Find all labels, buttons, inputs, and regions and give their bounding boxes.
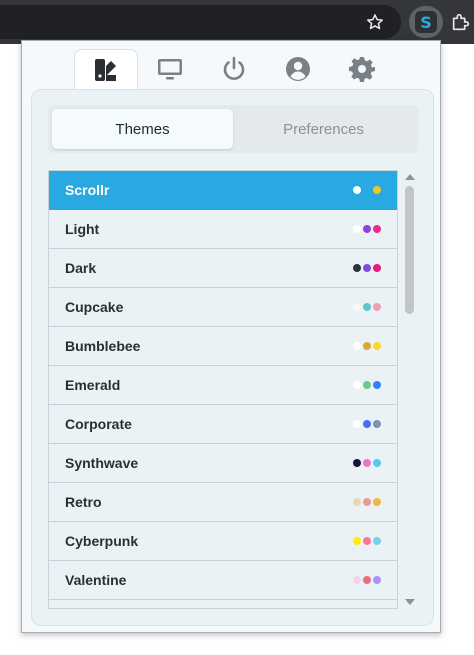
color-swatch-dot — [373, 537, 381, 545]
monitor-icon — [158, 59, 182, 80]
color-swatch-dot — [363, 576, 371, 584]
theme-option[interactable]: Light — [49, 210, 397, 249]
theme-option[interactable]: Dark — [49, 249, 397, 288]
theme-option[interactable]: Bumblebee — [49, 327, 397, 366]
theme-color-swatches — [353, 264, 381, 272]
theme-list: Scrollr Light Dark Cupcake Bumblebee Emerald C… — [48, 170, 398, 609]
color-swatch-dot — [373, 459, 381, 467]
settings-tab[interactable] — [330, 49, 394, 89]
theme-name: Retro — [65, 494, 102, 510]
color-swatch-dot — [373, 381, 381, 389]
color-swatch-dot — [353, 498, 361, 506]
theme-name: Light — [65, 221, 100, 237]
theme-option[interactable]: Retro — [49, 483, 397, 522]
theme-color-swatches — [353, 498, 381, 506]
theme-name: Emerald — [65, 377, 121, 393]
scrollr-s-icon: S — [420, 12, 432, 32]
theme-option[interactable]: Corporate — [49, 405, 397, 444]
puzzle-icon[interactable] — [450, 11, 472, 33]
color-swatch-dot — [363, 225, 371, 233]
theme-name: Synthwave — [65, 455, 139, 471]
theme-color-swatches — [353, 537, 381, 545]
theme-name: Scrollr — [65, 182, 110, 198]
color-swatch-dot — [373, 303, 381, 311]
color-swatch-dot — [373, 498, 381, 506]
theme-color-swatches — [353, 381, 381, 389]
color-swatch-dot — [353, 342, 361, 350]
color-swatch-dot — [363, 303, 371, 311]
scroll-down-arrow-icon[interactable] — [405, 599, 415, 605]
color-swatch-dot — [373, 225, 381, 233]
star-icon[interactable] — [365, 12, 385, 32]
user-circle-icon — [286, 57, 310, 81]
color-swatch-dot — [363, 459, 371, 467]
theme-name: Dark — [65, 260, 97, 276]
icon-tab-bar — [74, 49, 394, 89]
color-swatch-dot — [363, 381, 371, 389]
color-swatch-dot — [353, 186, 361, 194]
color-swatch-dot — [363, 342, 371, 350]
palette-icon — [95, 58, 116, 81]
theme-name: Cupcake — [65, 299, 124, 315]
theme-color-swatches — [353, 303, 381, 311]
theme-name: Corporate — [65, 416, 132, 432]
color-swatch-dot — [373, 186, 381, 194]
theme-option[interactable]: Emerald — [49, 366, 397, 405]
theme-color-swatches — [353, 459, 381, 467]
color-swatch-dot — [363, 420, 371, 428]
display-tab[interactable] — [138, 49, 202, 89]
theme-color-swatches — [353, 576, 381, 584]
color-swatch-dot — [353, 264, 361, 272]
theme-color-swatches — [353, 420, 381, 428]
theme-list-scrollbar[interactable] — [402, 170, 418, 609]
color-swatch-dot — [363, 186, 371, 194]
color-swatch-dot — [353, 225, 361, 233]
tab-themes[interactable]: Themes — [52, 109, 233, 149]
themes-panel: Themes Preferences Scrollr Light Dark Cupca… — [31, 89, 434, 626]
address-bar[interactable] — [0, 5, 401, 39]
theme-option[interactable]: Synthwave — [49, 444, 397, 483]
color-swatch-dot — [373, 420, 381, 428]
theme-color-swatches — [353, 342, 381, 350]
color-swatch-dot — [363, 264, 371, 272]
color-swatch-dot — [373, 342, 381, 350]
account-tab[interactable] — [266, 49, 330, 89]
browser-toolbar: S — [0, 0, 474, 44]
extension-popup: Themes Preferences Scrollr Light Dark Cupca… — [21, 40, 441, 633]
color-swatch-dot — [353, 303, 361, 311]
theme-name: Valentine — [65, 572, 127, 588]
color-swatch-dot — [353, 420, 361, 428]
color-swatch-dot — [363, 498, 371, 506]
theme-option[interactable]: Cupcake — [49, 288, 397, 327]
theme-color-swatches — [353, 186, 381, 194]
themes-tab[interactable] — [74, 49, 138, 89]
color-swatch-dot — [363, 537, 371, 545]
gear-icon — [349, 57, 375, 82]
tab-preferences[interactable]: Preferences — [233, 109, 414, 149]
color-swatch-dot — [353, 576, 361, 584]
power-tab[interactable] — [202, 49, 266, 89]
power-icon — [223, 56, 245, 80]
scrollr-extension-button[interactable]: S — [409, 6, 443, 38]
theme-color-swatches — [353, 225, 381, 233]
color-swatch-dot — [353, 381, 361, 389]
theme-option[interactable]: Cyberpunk — [49, 522, 397, 561]
color-swatch-dot — [353, 537, 361, 545]
color-swatch-dot — [373, 264, 381, 272]
scroll-up-arrow-icon[interactable] — [405, 174, 415, 180]
theme-option[interactable]: Valentine — [49, 561, 397, 600]
color-swatch-dot — [353, 459, 361, 467]
scroll-thumb[interactable] — [405, 186, 414, 314]
theme-name: Cyberpunk — [65, 533, 139, 549]
theme-option[interactable]: Scrollr — [49, 171, 397, 210]
section-switcher: Themes Preferences — [48, 105, 418, 153]
theme-name: Bumblebee — [65, 338, 141, 354]
color-swatch-dot — [373, 576, 381, 584]
